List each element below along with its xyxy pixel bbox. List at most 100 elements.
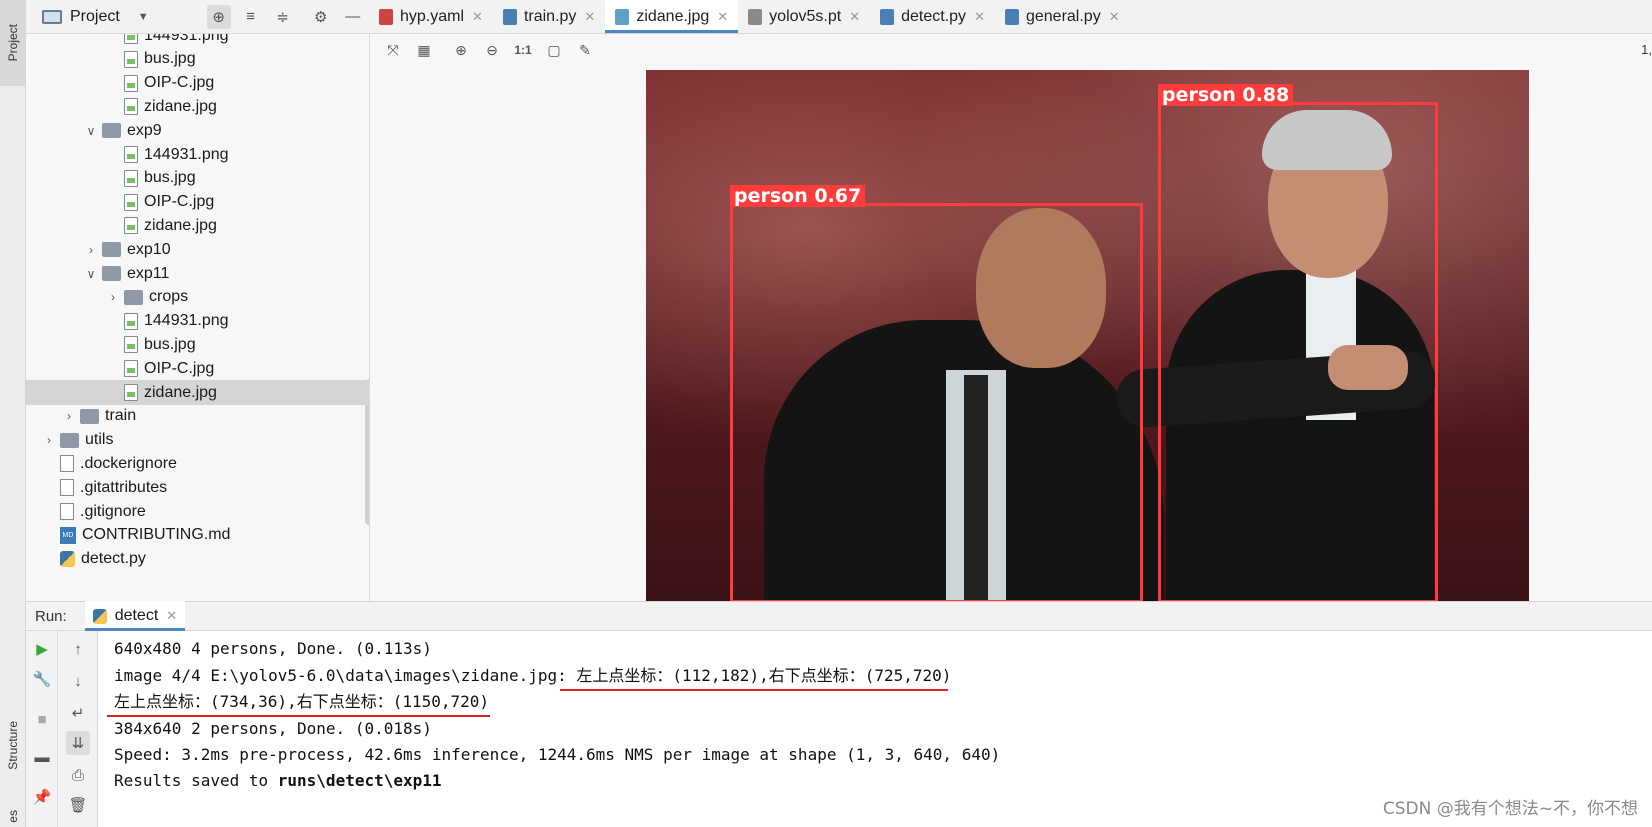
tree-item-label: zidane.jpg: [144, 383, 217, 401]
chevron-right-icon[interactable]: ›: [42, 433, 56, 447]
close-icon[interactable]: ✕: [472, 9, 483, 25]
tree-file[interactable]: .dockerignore: [26, 451, 369, 476]
locate-icon[interactable]: ⊕: [206, 4, 231, 29]
chevron-down-icon[interactable]: ∨: [84, 124, 98, 138]
python-file-icon: [60, 551, 75, 568]
tree-file[interactable]: zidane.jpg: [26, 94, 369, 119]
detection-label-2: person 0.88: [1158, 84, 1294, 106]
close-icon[interactable]: ✕: [1109, 9, 1120, 25]
arrow-down-icon[interactable]: ↓: [66, 669, 90, 693]
close-icon[interactable]: ✕: [849, 9, 860, 25]
tree-file[interactable]: .gitattributes: [26, 475, 369, 500]
chevron-down-icon[interactable]: ▼: [138, 11, 149, 23]
tree-item-label: zidane.jpg: [144, 97, 217, 115]
run-tab-detect[interactable]: detect ✕: [84, 601, 186, 631]
tree-file[interactable]: bus.jpg: [26, 166, 369, 191]
close-icon[interactable]: ✕: [584, 9, 595, 25]
soft-wrap-icon[interactable]: ↵: [66, 701, 90, 725]
tree-item-label: exp10: [127, 240, 171, 258]
run-toolbar-primary: ▶ 🔧 ■ ▬ 📌: [26, 631, 58, 827]
close-icon[interactable]: ✕: [974, 9, 985, 25]
tree-folder[interactable]: › utils: [26, 428, 369, 453]
pin-icon[interactable]: 📌: [30, 785, 54, 809]
console-line: 左上点坐标：(734,36),右下点坐标：(1150,720): [114, 692, 490, 711]
editor-tab-label: train.py: [523, 7, 577, 25]
tree-item-label: crops: [149, 288, 189, 306]
tree-file[interactable]: OIP-C.jpg: [26, 190, 369, 215]
editor-tab[interactable]: general.py ✕: [995, 0, 1130, 33]
console-text: Results saved to: [114, 771, 278, 790]
rerun-icon[interactable]: ▶: [30, 637, 54, 661]
stop-icon[interactable]: ■: [30, 707, 54, 731]
zoom-in-icon[interactable]: ⊕: [450, 39, 472, 61]
console-line: Speed: 3.2ms pre-process, 42.6ms inferen…: [114, 745, 1001, 764]
tree-folder[interactable]: › crops: [26, 285, 369, 310]
red-underline: [107, 715, 490, 717]
tree-file[interactable]: zidane.jpg: [26, 213, 369, 238]
actual-size-button[interactable]: 1:1: [512, 39, 534, 61]
wrench-icon[interactable]: 🔧: [30, 667, 54, 691]
editor-tab[interactable]: hyp.yaml ✕: [369, 0, 493, 33]
project-panel-title[interactable]: Project: [70, 8, 120, 26]
tree-file[interactable]: bus.jpg: [26, 332, 369, 357]
editor-tab[interactable]: yolov5s.pt ✕: [738, 0, 870, 33]
run-toolbar-secondary: ↑ ↓ ↵ ⇊ ⎙ 🗑: [58, 631, 98, 827]
collapse-all-icon[interactable]: ≑: [271, 5, 295, 29]
print-icon[interactable]: ⎙: [66, 763, 90, 787]
image-file-icon: [124, 360, 138, 378]
tree-file[interactable]: bus.jpg: [26, 47, 369, 72]
trash-icon[interactable]: 🗑: [66, 793, 90, 817]
hide-icon[interactable]: —: [341, 5, 365, 29]
project-tool-tab[interactable]: Project: [0, 0, 26, 86]
close-icon[interactable]: ✕: [717, 9, 728, 25]
editor-tab[interactable]: detect.py ✕: [870, 0, 995, 33]
bottom-tool-tab[interactable]: es: [0, 805, 26, 827]
folder-icon: [102, 242, 121, 258]
folder-icon: [102, 123, 121, 139]
arrow-up-icon[interactable]: ↑: [66, 637, 90, 661]
tree-file[interactable]: MD CONTRIBUTING.md: [26, 523, 369, 548]
chevron-down-icon[interactable]: ∨: [84, 267, 98, 281]
folder-icon: [60, 432, 79, 448]
tree-folder[interactable]: ∨ exp9: [26, 118, 369, 143]
detection-box-2: [1158, 102, 1438, 601]
tree-folder[interactable]: › exp10: [26, 237, 369, 262]
tree-file[interactable]: detect.py: [26, 547, 369, 572]
tree-file[interactable]: zidane.jpg: [26, 380, 369, 405]
editor-tab-label: yolov5s.pt: [769, 7, 842, 25]
tree-folder[interactable]: ∨ exp11: [26, 261, 369, 286]
tree-file[interactable]: OIP-C.jpg: [26, 71, 369, 96]
editor-tab[interactable]: train.py ✕: [493, 0, 605, 33]
zoom-readout: 1,: [1641, 42, 1652, 57]
editor-tab[interactable]: zidane.jpg ✕: [605, 0, 739, 33]
grid-icon[interactable]: ▦: [413, 39, 435, 61]
tree-file[interactable]: OIP-C.jpg: [26, 356, 369, 381]
project-tool-label: Project: [6, 24, 20, 62]
tree-file[interactable]: .gitignore: [26, 499, 369, 524]
background-icon[interactable]: ▢: [543, 39, 565, 61]
chevron-right-icon[interactable]: ›: [62, 409, 76, 423]
console-line: 384x640 2 persons, Done. (0.018s): [114, 719, 432, 738]
detection-box-1: [730, 203, 1143, 601]
image-file-icon: [124, 217, 138, 235]
zoom-out-icon[interactable]: ⊖: [481, 39, 503, 61]
chevron-right-icon[interactable]: ›: [106, 290, 120, 304]
expand-all-icon[interactable]: ≡: [239, 5, 263, 29]
layout-icon[interactable]: ▬: [30, 745, 54, 769]
bottom-tool-label: es: [6, 809, 20, 823]
close-icon[interactable]: ✕: [166, 608, 177, 624]
image-file-icon: [124, 74, 138, 92]
color-picker-icon[interactable]: ✎: [574, 39, 596, 61]
chevron-right-icon[interactable]: ›: [84, 243, 98, 257]
fit-zoom-icon[interactable]: ⤧: [382, 39, 404, 61]
tree-item-label: zidane.jpg: [144, 216, 217, 234]
scroll-to-end-icon[interactable]: ⇊: [66, 731, 90, 755]
tree-file[interactable]: 144931.png: [26, 309, 369, 334]
image-file-icon: [124, 312, 138, 330]
tree-file[interactable]: 144931.png: [26, 142, 369, 167]
python-file-icon: [880, 8, 895, 25]
tree-folder[interactable]: › train: [26, 404, 369, 429]
tree-item-label: OIP-C.jpg: [144, 359, 215, 377]
gear-icon[interactable]: ⚙: [309, 5, 333, 29]
structure-tool-tab[interactable]: Structure: [0, 700, 26, 790]
